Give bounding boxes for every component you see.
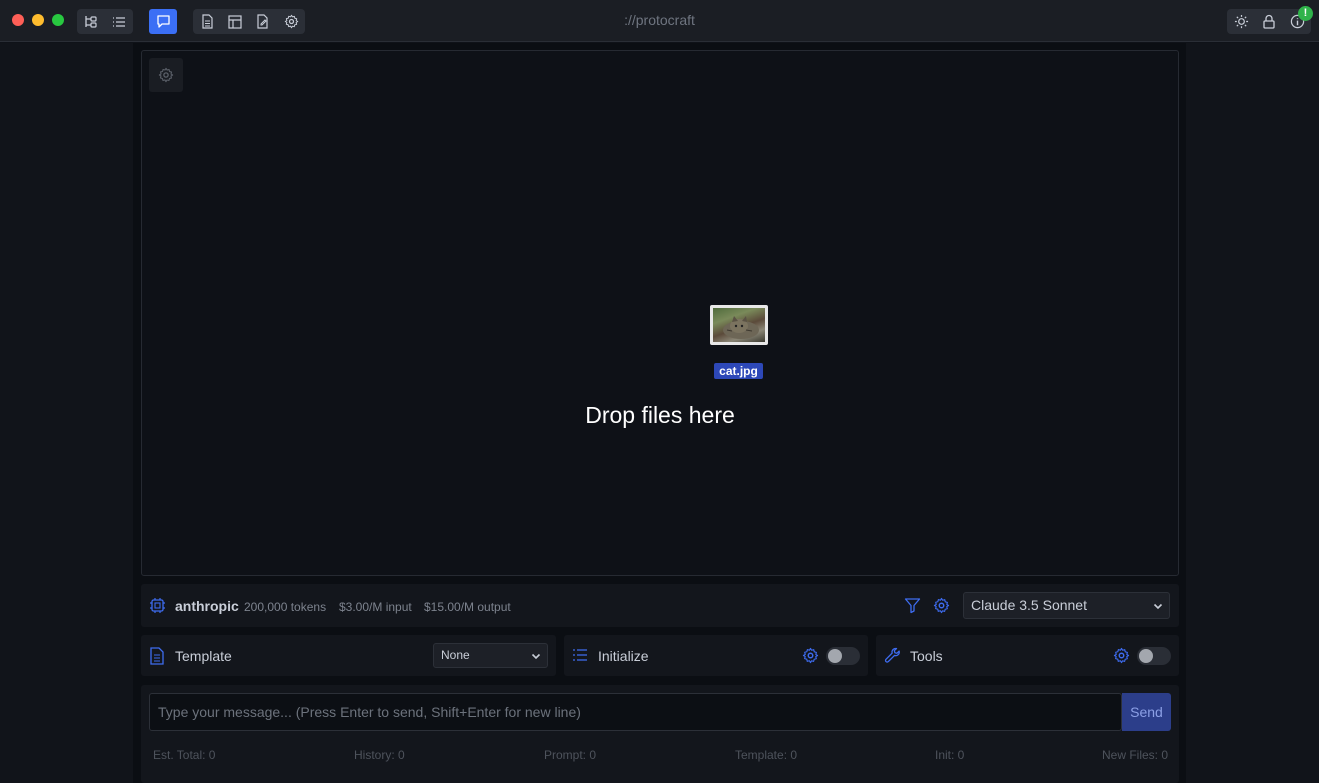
input-price: $3.00/M input bbox=[339, 600, 412, 614]
init-stat: Init: 0 bbox=[935, 748, 965, 762]
template-stat: Template: 0 bbox=[735, 748, 798, 762]
lock-icon bbox=[1263, 14, 1275, 29]
theme-toggle-button[interactable] bbox=[1227, 9, 1255, 34]
chevron-down-icon bbox=[1153, 601, 1163, 611]
dragged-file-name: cat.jpg bbox=[714, 363, 763, 379]
left-sidebar bbox=[0, 43, 133, 783]
tools-settings-icon[interactable] bbox=[1113, 647, 1130, 664]
send-button[interactable]: Send bbox=[1122, 693, 1171, 731]
tools-panel: Tools bbox=[876, 635, 1179, 676]
prompt-stat: Prompt: 0 bbox=[544, 748, 597, 762]
document-icon bbox=[149, 647, 165, 665]
initialize-settings-icon[interactable] bbox=[802, 647, 819, 664]
toggle-knob bbox=[828, 649, 842, 663]
template-panel: Template None bbox=[141, 635, 556, 676]
chat-settings-button[interactable] bbox=[149, 58, 183, 92]
model-settings-icon[interactable] bbox=[933, 597, 950, 614]
token-limit: 200,000 tokens bbox=[244, 600, 327, 614]
tools-toggle[interactable] bbox=[1137, 647, 1171, 665]
provider-name: anthropic bbox=[175, 598, 239, 614]
new-files-stat: New Files: 0 bbox=[1102, 748, 1169, 762]
filter-icon[interactable] bbox=[904, 597, 921, 614]
initialize-label: Initialize bbox=[598, 648, 649, 664]
cpu-icon bbox=[149, 597, 166, 614]
tools-label: Tools bbox=[910, 648, 943, 664]
notification-badge[interactable]: ! bbox=[1298, 6, 1313, 21]
dragged-file-thumbnail[interactable] bbox=[710, 305, 768, 345]
message-composer: Send Est. Total: 0 History: 0 Prompt: 0 … bbox=[141, 685, 1179, 783]
initialize-toggle[interactable] bbox=[826, 647, 860, 665]
list-icon bbox=[572, 647, 588, 663]
window-title: ://protocraft bbox=[624, 12, 695, 28]
wrench-icon bbox=[884, 647, 901, 664]
gear-icon bbox=[158, 67, 174, 83]
sun-icon bbox=[1234, 14, 1248, 29]
model-info-bar: anthropic 200,000 tokens $3.00/M input $… bbox=[141, 584, 1179, 627]
initialize-panel: Initialize bbox=[564, 635, 868, 676]
template-label: Template bbox=[175, 648, 232, 664]
cat-image-thumbnail bbox=[713, 308, 765, 342]
right-sidebar bbox=[1186, 43, 1319, 783]
title-bar: ://protocraft ! bbox=[0, 0, 1319, 42]
lock-button[interactable] bbox=[1255, 9, 1283, 34]
history-stat: History: 0 bbox=[354, 748, 405, 762]
model-select[interactable]: Claude 3.5 Sonnet bbox=[963, 592, 1170, 619]
template-select-value: None bbox=[441, 648, 470, 662]
template-select[interactable]: None bbox=[433, 643, 548, 668]
toggle-knob bbox=[1139, 649, 1153, 663]
message-input[interactable] bbox=[149, 693, 1122, 731]
drop-files-message: Drop files here bbox=[585, 402, 735, 428]
chevron-down-icon bbox=[531, 651, 541, 661]
model-select-value: Claude 3.5 Sonnet bbox=[971, 597, 1087, 613]
file-drop-zone[interactable] bbox=[141, 50, 1179, 576]
output-price: $15.00/M output bbox=[424, 600, 511, 614]
est-total-stat: Est. Total: 0 bbox=[153, 748, 216, 762]
